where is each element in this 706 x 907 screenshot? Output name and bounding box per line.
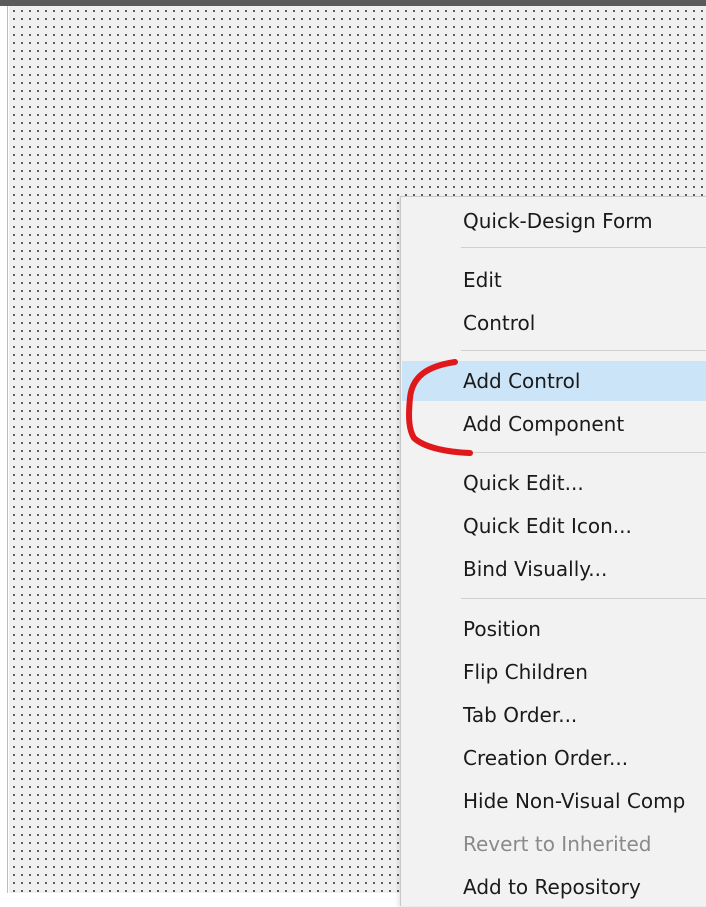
menu-item-revert-to-inherited: Revert to Inherited	[402, 824, 706, 864]
menu-item-bind-visually[interactable]: Bind Visually...	[402, 549, 706, 589]
menu-item-edit[interactable]: Edit	[402, 260, 706, 300]
menu-item-creation-order[interactable]: Creation Order...	[402, 738, 706, 778]
menu-item-tab-order[interactable]: Tab Order...	[402, 695, 706, 735]
menu-item-label: Flip Children	[463, 660, 588, 684]
menu-item-label: Control	[463, 311, 536, 335]
menu-item-hide-non-visual-components[interactable]: Hide Non-Visual Comp	[402, 781, 706, 821]
menu-item-label: Tab Order...	[463, 703, 578, 727]
menu-item-label: Bind Visually...	[463, 557, 608, 581]
menu-item-label: Add to Repository	[463, 875, 641, 899]
menu-item-add-control[interactable]: Add Control	[402, 361, 706, 401]
menu-item-label: Add Control	[463, 369, 581, 393]
menu-separator	[461, 350, 706, 351]
menu-item-add-component[interactable]: Add Component	[402, 404, 706, 444]
menu-item-quick-edit[interactable]: Quick Edit...	[402, 463, 706, 503]
menu-item-label: Quick-Design Form	[463, 209, 653, 233]
menu-item-label: Quick Edit Icon...	[463, 514, 632, 538]
menu-item-position[interactable]: Position	[402, 609, 706, 649]
menu-item-label: Add Component	[463, 412, 625, 436]
menu-separator	[461, 598, 706, 599]
menu-item-label: Position	[463, 617, 541, 641]
menu-item-label: Creation Order...	[463, 746, 629, 770]
menu-item-label: Quick Edit...	[463, 471, 584, 495]
menu-item-add-to-repository[interactable]: Add to Repository	[402, 867, 706, 907]
menu-item-quick-edit-icon[interactable]: Quick Edit Icon...	[402, 506, 706, 546]
menu-item-flip-children[interactable]: Flip Children	[402, 652, 706, 692]
menu-item-label: Hide Non-Visual Comp	[463, 789, 686, 813]
menu-item-label: Revert to Inherited	[463, 832, 652, 856]
window-left-border	[0, 6, 8, 893]
menu-item-control[interactable]: Control	[402, 303, 706, 343]
menu-separator	[461, 452, 706, 453]
menu-separator	[461, 247, 706, 248]
context-menu: Quick-Design Form Edit Control Add Contr…	[400, 196, 706, 906]
menu-item-quick-design-form[interactable]: Quick-Design Form	[402, 201, 706, 241]
menu-item-label: Edit	[463, 268, 502, 292]
